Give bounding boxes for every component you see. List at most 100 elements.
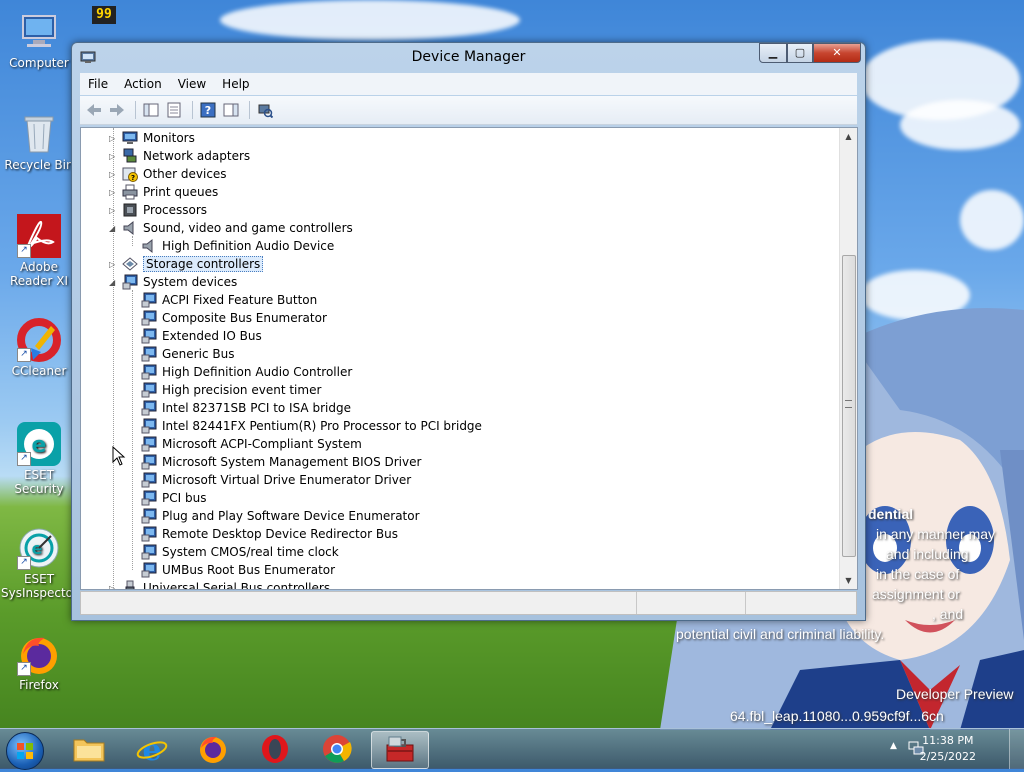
clock-date: 2/25/2022 <box>919 750 976 763</box>
menu-action[interactable]: Action <box>116 77 170 91</box>
show-desktop-button[interactable] <box>1009 729 1024 769</box>
tree-node[interactable]: Generic Bus <box>128 345 234 363</box>
tree-node-label: Other devices <box>143 167 227 181</box>
status-cell <box>81 592 638 614</box>
taskbar-device-manager[interactable] <box>371 731 429 769</box>
tree-node[interactable]: ACPI Fixed Feature Button <box>128 291 317 309</box>
expand-arrow-icon[interactable]: ▷ <box>109 260 119 269</box>
tree-node[interactable]: High Definition Audio Controller <box>128 363 352 381</box>
tree-node[interactable]: Remote Desktop Device Redirector Bus <box>128 525 398 543</box>
desktop-widget[interactable]: 99 <box>92 6 116 24</box>
tree-node-label: Intel 82371SB PCI to ISA bridge <box>162 401 351 415</box>
scroll-down-button[interactable]: ▼ <box>840 572 857 589</box>
firefox-icon <box>200 736 226 763</box>
expand-arrow-icon[interactable]: ▷ <box>109 584 119 590</box>
desktop-icon-eset-sysinspector[interactable]: e ↗ ESET SysInspector <box>1 526 78 600</box>
system-icon <box>141 526 157 542</box>
maximize-button[interactable]: ▢ <box>787 43 813 63</box>
unknown-device-icon: ? <box>122 166 138 182</box>
tree-node-label: Generic Bus <box>162 347 235 361</box>
desktop-icon-eset-security[interactable]: e ↗ ESET Security <box>1 422 77 496</box>
clock[interactable]: 11:38 PM 2/25/2022 <box>920 733 976 765</box>
speaker-icon <box>141 238 157 254</box>
desktop-icon-recycle-bin[interactable]: Recycle Bin <box>1 112 77 172</box>
taskbar-firefox[interactable] <box>188 731 238 767</box>
tree-node[interactable]: ▷ Processors <box>109 201 207 219</box>
tree-node[interactable]: High precision event timer <box>128 381 321 399</box>
cloud <box>220 0 520 40</box>
desktop-icon-adobe-reader[interactable]: ↗ Adobe Reader XI <box>1 214 77 288</box>
device-tree-panel[interactable]: ▷ Monitors ▷ Network adapters ▷? Other device… <box>80 127 858 590</box>
svg-text:?: ? <box>205 104 211 117</box>
clock-time: 11:38 PM <box>922 734 974 747</box>
minimize-icon: ▁ <box>768 46 778 59</box>
desktop-icon-ccleaner[interactable]: ↗ CCleaner <box>1 318 77 378</box>
forward-button[interactable] <box>107 101 127 119</box>
title-bar[interactable]: Device Manager ▁ ▢ ✕ <box>72 43 865 73</box>
tree-node[interactable]: Composite Bus Enumerator <box>128 309 327 327</box>
desktop-icon-computer[interactable]: Computer <box>1 10 77 70</box>
taskbar-opera[interactable] <box>250 731 300 767</box>
scroll-thumb[interactable] <box>842 255 856 557</box>
tree-node[interactable]: High Definition Audio Device <box>128 237 334 255</box>
tree-node[interactable]: Intel 82441FX Pentium(R) Pro Processor t… <box>128 417 482 435</box>
tree-node[interactable]: Microsoft Virtual Drive Enumerator Drive… <box>128 471 411 489</box>
taskbar-internet-explorer[interactable]: e <box>127 731 177 767</box>
tree-node[interactable]: ▷ Network adapters <box>109 147 250 165</box>
tree-node[interactable]: ▷ Print queues <box>109 183 218 201</box>
tree-node-label: Storage controllers <box>143 256 264 272</box>
tree-node[interactable]: ▷ Universal Serial Bus controllers <box>109 579 330 590</box>
tree-node[interactable]: PCI bus <box>128 489 206 507</box>
desktop-icon-firefox[interactable]: ↗ Firefox <box>1 632 77 692</box>
close-icon: ✕ <box>832 46 842 59</box>
system-icon <box>141 490 157 506</box>
expand-arrow-icon[interactable]: ▷ <box>109 152 119 161</box>
start-button[interactable] <box>6 732 44 770</box>
menu-view[interactable]: View <box>170 77 214 91</box>
device-manager-window[interactable]: Device Manager ▁ ▢ ✕ File Action View He… <box>71 42 866 621</box>
menu-help[interactable]: Help <box>214 77 257 91</box>
tree-node[interactable]: ◢ System devices <box>109 273 237 291</box>
show-hide-console-tree-button[interactable] <box>141 101 161 119</box>
tree-node[interactable]: Extended IO Bus <box>128 327 262 345</box>
taskbar-chrome[interactable] <box>312 731 362 767</box>
menu-file[interactable]: File <box>80 77 116 91</box>
scroll-up-button[interactable]: ▲ <box>840 128 857 145</box>
properties-button[interactable] <box>164 101 184 119</box>
eset-security-icon: e ↗ <box>17 422 61 466</box>
tree-node[interactable]: Microsoft System Management BIOS Driver <box>128 453 421 471</box>
vertical-scrollbar[interactable]: ▲ ▼ <box>839 128 857 589</box>
help-icon: ? <box>200 102 216 118</box>
expand-arrow-icon[interactable]: ▷ <box>109 134 119 143</box>
expand-arrow-icon[interactable]: ▷ <box>109 170 119 179</box>
show-hidden-icons-button[interactable]: ▲ <box>890 741 897 751</box>
action-pane-button[interactable] <box>221 101 241 119</box>
collapse-arrow-icon[interactable]: ◢ <box>109 278 119 287</box>
close-button[interactable]: ✕ <box>813 43 861 63</box>
tree-node[interactable]: ▷? Other devices <box>109 165 227 183</box>
taskbar-file-explorer[interactable] <box>64 731 114 767</box>
system-icon <box>141 508 157 524</box>
svg-text:e: e <box>32 539 43 558</box>
scan-hardware-changes-button[interactable] <box>255 101 275 119</box>
tree-node[interactable]: Microsoft ACPI-Compliant System <box>128 435 362 453</box>
tree-node[interactable]: ▷ Monitors <box>109 129 195 147</box>
tree-node[interactable]: Plug and Play Software Device Enumerator <box>128 507 420 525</box>
tree-node[interactable]: UMBus Root Bus Enumerator <box>128 561 335 579</box>
collapse-arrow-icon[interactable]: ◢ <box>109 224 119 233</box>
system-icon <box>141 364 157 380</box>
expand-arrow-icon[interactable]: ▷ <box>109 188 119 197</box>
expand-arrow-icon[interactable]: ▷ <box>109 206 119 215</box>
tree-node[interactable]: System CMOS/real time clock <box>128 543 339 561</box>
back-button[interactable] <box>84 101 104 119</box>
help-button[interactable]: ? <box>198 101 218 119</box>
window-controls: ▁ ▢ ✕ <box>759 43 861 63</box>
tree-node[interactable]: Intel 82371SB PCI to ISA bridge <box>128 399 351 417</box>
network-icon <box>122 148 138 164</box>
windows-logo-icon <box>17 743 33 759</box>
tree-node[interactable]: ▷ Storage controllers <box>109 255 264 273</box>
system-icon <box>141 562 157 578</box>
tree-node[interactable]: ◢ Sound, video and game controllers <box>109 219 353 237</box>
minimize-button[interactable]: ▁ <box>759 43 787 63</box>
system-icon <box>122 274 138 290</box>
